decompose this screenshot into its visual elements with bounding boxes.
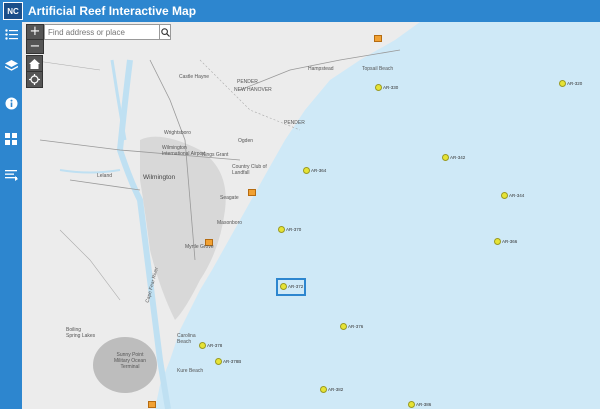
reef-dot-icon: [559, 80, 566, 87]
place-label: NEW HANOVER: [234, 87, 272, 93]
app-title: Artificial Reef Interactive Map: [28, 4, 197, 18]
reef-dot-icon: [199, 342, 206, 349]
reef-marker[interactable]: AR-366: [494, 238, 517, 245]
place-label: Country Club of Landfall: [232, 164, 267, 176]
basemap: [22, 22, 600, 409]
search-button[interactable]: [159, 25, 170, 39]
search-box: [44, 24, 171, 40]
reef-dot-icon: [278, 226, 285, 233]
reef-marker[interactable]: AR-386: [408, 401, 431, 408]
reef-marker[interactable]: AR-330: [375, 84, 398, 91]
place-label: Sunny Point Military Ocean Terminal: [114, 352, 146, 370]
selected-feature-highlight: [276, 278, 306, 296]
place-label: Kure Beach: [177, 368, 204, 374]
home-icon: [29, 58, 40, 69]
reef-marker[interactable]: AR-320: [559, 80, 582, 87]
reef-marker[interactable]: AR-364: [303, 167, 326, 174]
locate-icon: [29, 74, 40, 85]
reef-marker[interactable]: AR-378: [199, 342, 222, 349]
app-header: NC Artificial Reef Interactive Map: [0, 0, 600, 22]
place-label: Seagate: [220, 195, 239, 201]
reef-marker[interactable]: AR-370: [278, 226, 301, 233]
poi-icon: [148, 401, 156, 408]
place-label: PENDER: [284, 120, 305, 126]
place-label: Boiling Spring Lakes: [66, 327, 96, 339]
place-label: Wilmington International Airport: [162, 145, 206, 157]
basemap-grid-icon[interactable]: [3, 131, 19, 147]
place-label: Leland: [97, 173, 113, 179]
legend-list-icon[interactable]: [3, 26, 19, 42]
poi-icon: [374, 35, 382, 42]
reef-marker[interactable]: AR-344: [501, 192, 524, 199]
nc-logo: NC: [3, 2, 23, 20]
search-icon: [160, 27, 170, 37]
reef-marker[interactable]: AR-342: [442, 154, 465, 161]
reef-dot-icon: [320, 386, 327, 393]
details-list-icon[interactable]: [3, 167, 19, 183]
search-input[interactable]: [45, 27, 159, 37]
zoom-control: + −: [26, 24, 44, 54]
place-label: Castle Hayne: [179, 74, 210, 80]
zoom-out-button[interactable]: −: [27, 39, 43, 54]
reef-marker[interactable]: AR-378B: [215, 358, 241, 365]
reef-dot-icon: [408, 401, 415, 408]
reef-dot-icon: [501, 192, 508, 199]
place-label: Wrightsboro: [164, 130, 191, 136]
place-label: Myrtle Grove: [185, 244, 214, 250]
place-label: Ogden: [238, 138, 254, 144]
place-label: Topsail Beach: [362, 66, 394, 72]
reef-dot-icon: [375, 84, 382, 91]
reef-dot-icon: [215, 358, 222, 365]
home-button[interactable]: [26, 55, 43, 72]
place-label: Wilmington: [143, 174, 176, 181]
locate-button[interactable]: [26, 71, 43, 88]
place-label: PENDER: [237, 79, 258, 85]
map-view[interactable]: Castle Hayne PENDER NEW HANOVER Hampstea…: [22, 22, 600, 409]
zoom-in-button[interactable]: +: [27, 25, 43, 39]
poi-icon: [248, 189, 256, 196]
sidebar: [0, 22, 22, 409]
reef-dot-icon: [340, 323, 347, 330]
reef-dot-icon: [303, 167, 310, 174]
reef-dot-icon: [494, 238, 501, 245]
place-label: Masonboro: [217, 220, 243, 226]
reef-dot-icon: [442, 154, 449, 161]
layers-icon[interactable]: [3, 58, 19, 74]
info-icon[interactable]: [3, 95, 19, 111]
place-label: Kings Grant: [202, 152, 229, 158]
reef-marker[interactable]: AR-376: [340, 323, 363, 330]
reef-marker[interactable]: AR-382: [320, 386, 343, 393]
place-label: Hampstead: [308, 66, 334, 72]
